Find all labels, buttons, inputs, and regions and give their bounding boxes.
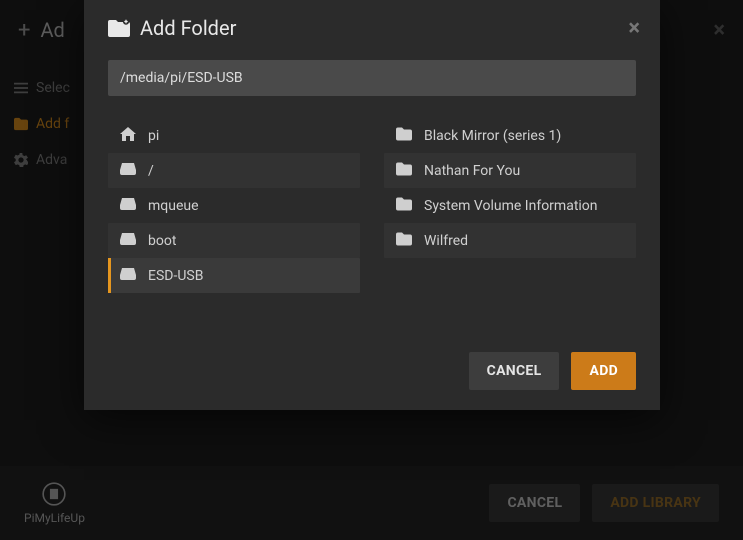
folder-icon xyxy=(396,162,412,180)
folder-row[interactable]: Wilfred xyxy=(384,223,636,258)
drive-label: / xyxy=(148,163,154,179)
folder-label: Nathan For You xyxy=(424,163,520,179)
drive-icon xyxy=(120,162,136,180)
folder-row[interactable]: System Volume Information xyxy=(384,188,636,223)
folder-row[interactable]: Black Mirror (series 1) xyxy=(384,118,636,153)
path-input[interactable] xyxy=(108,60,636,96)
modal-header: Add Folder xyxy=(84,0,660,60)
folder-icon xyxy=(396,197,412,215)
path-input-wrap xyxy=(84,60,660,112)
drive-icon xyxy=(120,267,136,285)
add-button[interactable]: ADD xyxy=(571,352,636,390)
drive-row[interactable]: / xyxy=(108,153,360,188)
folder-label: Black Mirror (series 1) xyxy=(424,128,561,144)
add-folder-modal: Add Folder × pi / mqueue boot ESD-USB Black … xyxy=(84,0,660,410)
folder-label: Wilfred xyxy=(424,233,468,249)
drive-row[interactable]: boot xyxy=(108,223,360,258)
folder-row[interactable]: Nathan For You xyxy=(384,153,636,188)
drive-label: boot xyxy=(148,233,176,249)
drives-column: pi / mqueue boot ESD-USB xyxy=(108,118,360,338)
drive-icon xyxy=(120,232,136,250)
drive-row[interactable]: mqueue xyxy=(108,188,360,223)
folder-icon xyxy=(396,232,412,250)
drive-icon xyxy=(120,197,136,215)
drive-row[interactable]: ESD-USB xyxy=(108,258,360,293)
drive-label: ESD-USB xyxy=(148,268,203,284)
home-icon xyxy=(120,127,136,145)
folder-label: System Volume Information xyxy=(424,198,598,214)
folder-browser: pi / mqueue boot ESD-USB Black Mirror (serie… xyxy=(84,112,660,338)
folder-icon xyxy=(396,127,412,145)
folders-column: Black Mirror (series 1) Nathan For You Sys… xyxy=(384,118,636,338)
modal-footer: CANCEL ADD xyxy=(84,338,660,410)
folder-add-icon xyxy=(108,18,130,38)
drive-label: pi xyxy=(148,128,159,144)
modal-title: Add Folder xyxy=(140,16,236,40)
drive-label: mqueue xyxy=(148,198,199,214)
modal-close-icon[interactable]: × xyxy=(628,16,640,41)
drive-row[interactable]: pi xyxy=(108,118,360,153)
cancel-button[interactable]: CANCEL xyxy=(469,352,560,390)
